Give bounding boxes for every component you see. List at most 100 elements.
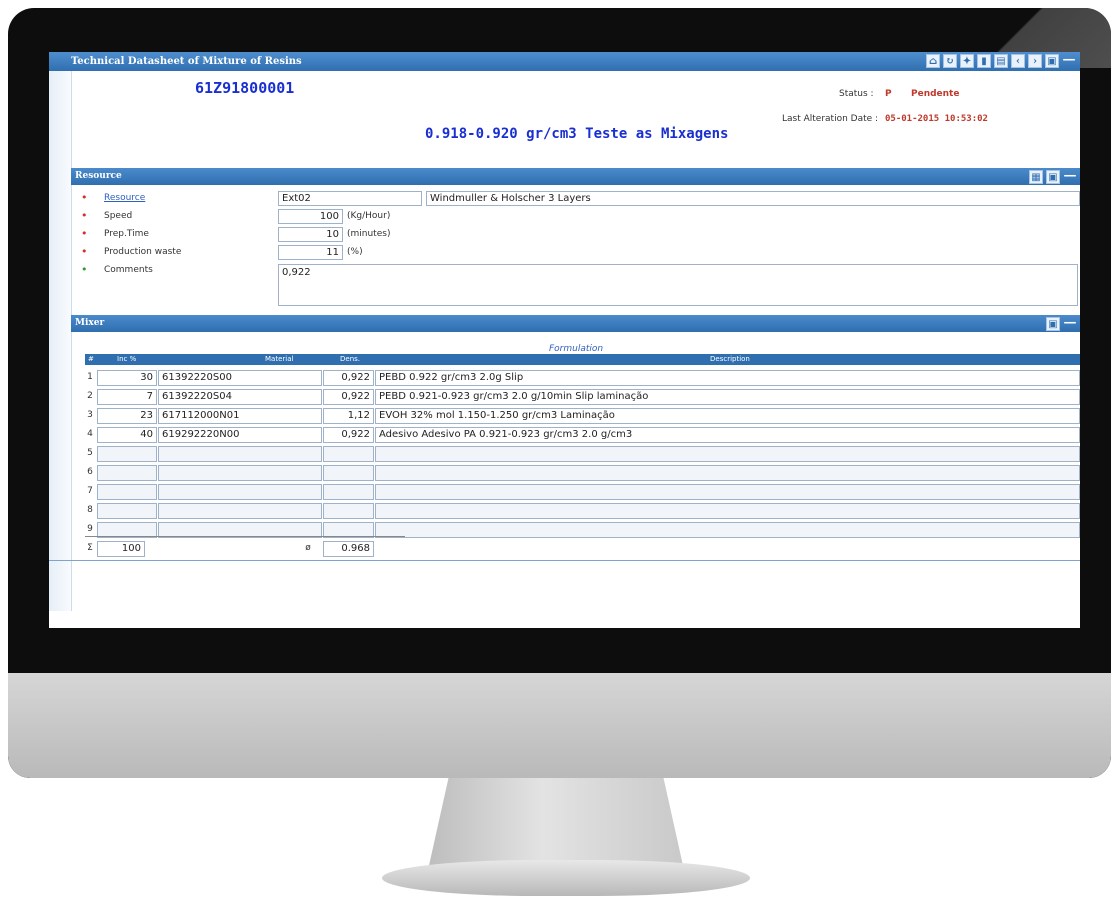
- prep-time-unit: (minutes): [347, 229, 391, 239]
- waste-label: Production waste: [104, 247, 182, 257]
- save-icon[interactable]: ▣: [1046, 170, 1060, 184]
- row-number: 5: [87, 448, 93, 458]
- description-value: Adesivo Adesivo PA 0.921-0.923 gr/cm3 2.…: [375, 427, 1080, 443]
- document-title: 0.918-0.920 gr/cm3 Teste as Mixagens: [425, 126, 729, 142]
- density-value: [323, 465, 374, 481]
- col-material: Material: [265, 355, 294, 363]
- window-title: Technical Datasheet of Mixture of Resins: [71, 56, 302, 67]
- status-code: P: [885, 89, 892, 99]
- col-description: Description: [710, 355, 750, 363]
- prep-time-label: Prep.Time: [104, 229, 149, 239]
- table-row: 7: [85, 483, 1080, 501]
- table-row: 1 30 61392220S00 0,922 PEBD 0.922 gr/cm3 2.0…: [85, 369, 1080, 387]
- content-bottom-border: [49, 560, 1080, 561]
- speed-input[interactable]: 100: [278, 209, 343, 224]
- inc-percent-input[interactable]: [97, 465, 157, 481]
- resource-code-input[interactable]: Ext02: [278, 191, 422, 206]
- inc-percent-input[interactable]: [97, 503, 157, 519]
- calculator-icon[interactable]: ▦: [1029, 170, 1043, 184]
- density-value: [323, 503, 374, 519]
- mixer-section-header: Mixer ▣ —: [71, 315, 1080, 332]
- minimize-icon[interactable]: —: [1063, 316, 1077, 331]
- table-row: 8: [85, 502, 1080, 520]
- resource-section-label: Resource: [75, 171, 122, 181]
- description-value: [375, 446, 1080, 462]
- refresh-icon[interactable]: ↻: [943, 54, 957, 68]
- description-value: [375, 465, 1080, 481]
- alteration-label: Last Alteration Date :: [782, 114, 879, 124]
- sum-symbol: Σ: [87, 543, 93, 553]
- mixer-table-header: # Inc % Material Dens. Description: [85, 354, 1080, 365]
- inc-percent-input[interactable]: 23: [97, 408, 157, 424]
- description-value: [375, 484, 1080, 500]
- density-value: 0,922: [323, 389, 374, 405]
- sum-separator: [85, 536, 405, 537]
- description-value: [375, 522, 1080, 538]
- row-number: 7: [87, 486, 93, 496]
- document-code: 61Z91800001: [195, 79, 295, 97]
- avg-symbol: ø: [305, 543, 311, 553]
- material-input[interactable]: [158, 484, 322, 500]
- material-input[interactable]: [158, 446, 322, 462]
- material-input[interactable]: [158, 503, 322, 519]
- formulation-caption: Formulation: [549, 344, 604, 354]
- table-row: 4 40 619292220N00 0,922 Adesivo Adesivo PA 0…: [85, 426, 1080, 444]
- speed-unit: (Kg/Hour): [347, 211, 391, 221]
- comments-textarea[interactable]: 0,922: [278, 264, 1078, 306]
- material-input[interactable]: 61392220S00: [158, 370, 322, 386]
- required-bullet-icon: •: [81, 209, 88, 222]
- save-icon[interactable]: ▣: [1046, 317, 1060, 331]
- density-value: [323, 446, 374, 462]
- col-density: Dens.: [340, 355, 361, 363]
- material-input[interactable]: 619292220N00: [158, 427, 322, 443]
- avg-density-value: 0.968: [323, 541, 374, 557]
- inc-percent-input[interactable]: [97, 446, 157, 462]
- next-icon[interactable]: ›: [1028, 54, 1042, 68]
- prep-time-row: • Prep.Time 10 (minutes): [71, 226, 1080, 244]
- minimize-icon[interactable]: —: [1063, 169, 1077, 184]
- pin-icon[interactable]: ✦: [960, 54, 974, 68]
- row-number: 1: [87, 372, 93, 382]
- document-icon[interactable]: ▮: [977, 54, 991, 68]
- prev-icon[interactable]: ‹: [1011, 54, 1025, 68]
- description-value: PEBD 0.921-0.923 gr/cm3 2.0 g/10min Slip…: [375, 389, 1080, 405]
- density-value: 0,922: [323, 427, 374, 443]
- col-number: #: [88, 355, 94, 363]
- row-number: 9: [87, 524, 93, 534]
- required-bullet-icon: •: [81, 245, 88, 258]
- description-value: [375, 503, 1080, 519]
- resource-name-field: Windmuller & Holscher 3 Layers: [426, 191, 1080, 206]
- inc-percent-input[interactable]: [97, 484, 157, 500]
- minimize-icon[interactable]: —: [1062, 53, 1076, 68]
- inc-percent-input[interactable]: 30: [97, 370, 157, 386]
- density-value: [323, 484, 374, 500]
- home-icon[interactable]: ⌂: [926, 54, 940, 68]
- row-number: 3: [87, 410, 93, 420]
- print-icon[interactable]: ▤: [994, 54, 1008, 68]
- sum-value: 100: [97, 541, 145, 557]
- density-value: 1,12: [323, 408, 374, 424]
- status-label: Status :: [839, 89, 874, 99]
- window-titlebar: Technical Datasheet of Mixture of Resins…: [49, 52, 1080, 71]
- table-row: 5: [85, 445, 1080, 463]
- optional-bullet-icon: •: [81, 263, 88, 276]
- row-number: 6: [87, 467, 93, 477]
- alteration-date: 05-01-2015 10:53:02: [885, 114, 988, 124]
- monitor-stand: [428, 778, 684, 870]
- waste-input[interactable]: 11: [278, 245, 343, 260]
- monitor-foot: [382, 860, 750, 896]
- material-input[interactable]: 617112000N01: [158, 408, 322, 424]
- description-value: EVOH 32% mol 1.150-1.250 gr/cm3 Laminaçã…: [375, 408, 1080, 424]
- monitor-chin: [8, 673, 1111, 778]
- prep-time-input[interactable]: 10: [278, 227, 343, 242]
- resource-link[interactable]: Resource: [104, 193, 145, 203]
- row-number: 4: [87, 429, 93, 439]
- required-bullet-icon: •: [81, 227, 88, 240]
- comments-label: Comments: [104, 265, 153, 275]
- material-input[interactable]: 61392220S04: [158, 389, 322, 405]
- row-number: 8: [87, 505, 93, 515]
- inc-percent-input[interactable]: 40: [97, 427, 157, 443]
- save-icon[interactable]: ▣: [1045, 54, 1059, 68]
- material-input[interactable]: [158, 465, 322, 481]
- inc-percent-input[interactable]: 7: [97, 389, 157, 405]
